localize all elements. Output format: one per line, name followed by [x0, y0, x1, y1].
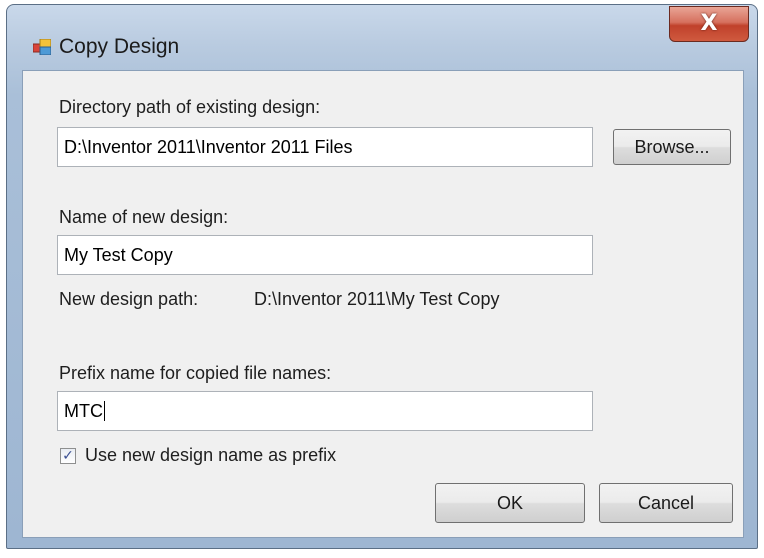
new-design-name-input[interactable]: My Test Copy [57, 235, 593, 275]
close-icon: X [700, 11, 718, 36]
prefix-value: MTC [64, 400, 103, 421]
dialog-app-icon [33, 39, 51, 55]
ok-button[interactable]: OK [435, 483, 585, 523]
use-name-prefix-checkbox[interactable]: ✓ [60, 448, 76, 464]
text-caret [104, 401, 105, 421]
prefix-input[interactable]: MTC [57, 391, 593, 431]
new-design-path-label: New design path: [59, 289, 199, 309]
existing-path-label: Directory path of existing design: [59, 97, 321, 117]
existing-path-value: D:\Inventor 2011\Inventor 2011 Files [64, 136, 353, 157]
new-design-name-label: Name of new design: [59, 207, 229, 227]
prefix-label: Prefix name for copied file names: [59, 363, 332, 383]
dialog-content: Directory path of existing design: D:\In… [22, 70, 744, 538]
existing-path-input[interactable]: D:\Inventor 2011\Inventor 2011 Files [57, 127, 593, 167]
new-design-name-value: My Test Copy [64, 244, 173, 265]
close-button[interactable]: X [669, 6, 749, 42]
checkmark-icon: ✓ [62, 448, 74, 464]
title-bar[interactable]: Copy Design X [7, 5, 757, 71]
cancel-button[interactable]: Cancel [599, 483, 733, 523]
use-name-prefix-label[interactable]: Use new design name as prefix [85, 445, 336, 466]
browse-button[interactable]: Browse... [613, 129, 731, 165]
new-design-path-value: D:\Inventor 2011\My Test Copy [254, 289, 500, 309]
window-title: Copy Design [59, 35, 180, 58]
copy-design-dialog: Copy Design X Directory path of existing… [6, 4, 758, 549]
